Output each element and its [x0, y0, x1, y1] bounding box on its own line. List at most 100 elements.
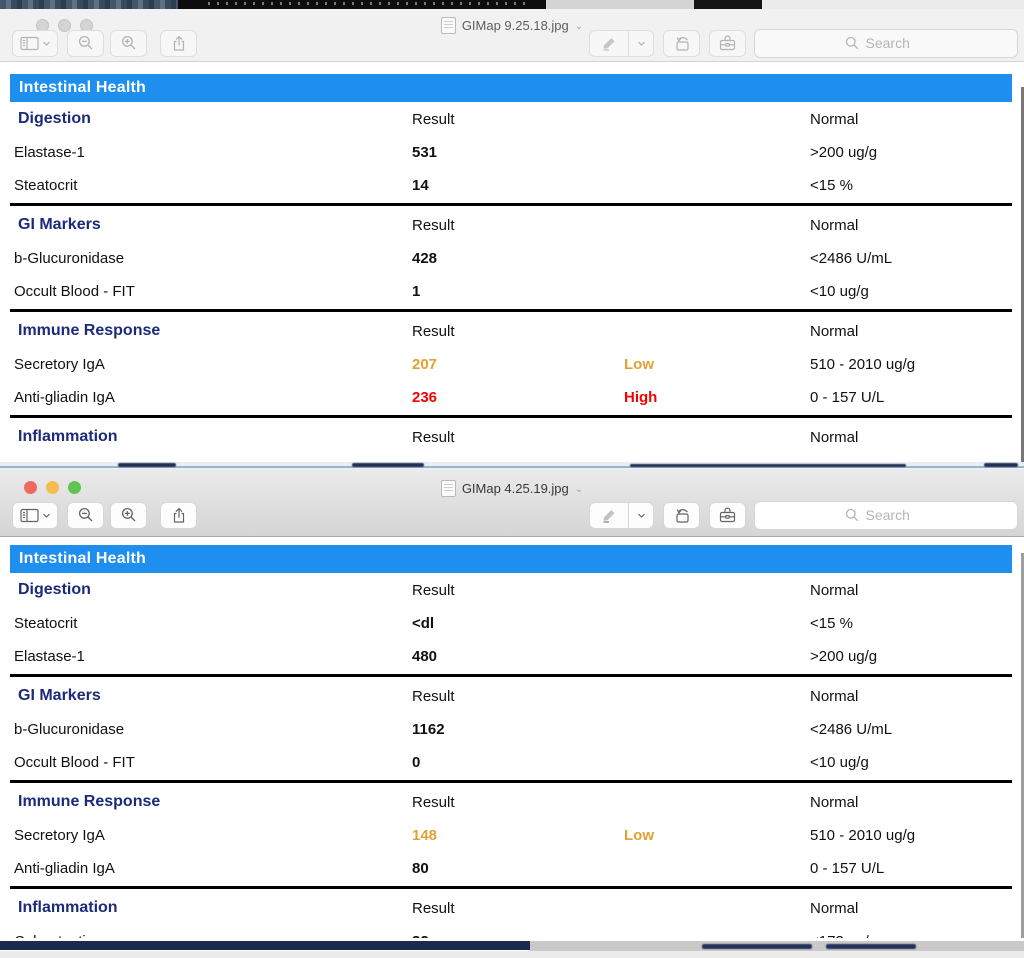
result-value: 80	[412, 860, 624, 877]
share-icon	[171, 35, 187, 52]
section-title: Inflammation	[14, 899, 412, 917]
result-column-header: Result	[412, 429, 624, 446]
section-title: GI Markers	[14, 216, 412, 234]
share-button[interactable]	[160, 30, 197, 57]
view-menu-button[interactable]	[12, 502, 58, 529]
markup-toolbox-icon	[718, 507, 737, 523]
analyte-row: Occult Blood - FIT0<10 ug/g	[0, 746, 1024, 779]
result-column-header: Result	[412, 688, 624, 705]
section-header-row: Immune ResponseResultNormal	[0, 314, 1024, 348]
sidebar-view-icon	[20, 508, 39, 523]
window-title: GIMap 4.25.19.jpg	[462, 481, 569, 496]
zoom-in-icon	[121, 507, 137, 523]
normal-column-header: Normal	[810, 794, 1024, 811]
section-header-row: InflammationResultNormal	[0, 420, 1024, 454]
normal-column-header: Normal	[810, 323, 1024, 340]
analyte-name: Elastase-1	[14, 648, 412, 665]
normal-range: 0 - 157 U/L	[810, 389, 1024, 406]
analyte-row: Elastase-1531>200 ug/g	[0, 136, 1024, 169]
markup-toolbar-button[interactable]	[709, 502, 746, 529]
result-value: 480	[412, 648, 624, 665]
analyte-name: Anti-gliadin IgA	[14, 860, 412, 877]
document-proxy-icon[interactable]	[441, 480, 456, 497]
section-title: Inflammation	[14, 428, 412, 446]
analyte-name: b-Glucuronidase	[14, 250, 412, 267]
window-chrome: GIMap 4.25.19.jpg ⌄	[0, 470, 1024, 537]
result-column-header: Result	[412, 794, 624, 811]
analyte-name: Secretory IgA	[14, 827, 412, 844]
chevron-down-icon	[637, 512, 646, 519]
normal-column-header: Normal	[810, 217, 1024, 234]
result-value: 1	[412, 283, 624, 300]
desktop: GIMap 9.25.18.jpg ⌄	[0, 0, 1024, 951]
result-value: 207	[412, 356, 624, 373]
title-chevron-down-icon[interactable]: ⌄	[575, 484, 583, 495]
background-navy-bar	[0, 941, 530, 950]
background-window-strip-top	[0, 0, 1024, 9]
rotate-left-button[interactable]	[663, 502, 700, 529]
normal-range: <2486 U/mL	[810, 250, 1024, 267]
section-divider	[10, 309, 1012, 312]
result-flag: Low	[624, 356, 810, 373]
markup-pen-menu-button[interactable]	[629, 502, 654, 529]
report-page: Intestinal Health DigestionResultNormalS…	[0, 545, 1024, 946]
analyte-name: b-Glucuronidase	[14, 721, 412, 738]
sidebar-view-icon	[20, 36, 39, 51]
markup-toolbar-button[interactable]	[709, 30, 746, 57]
result-value: 0	[412, 754, 624, 771]
share-icon	[171, 507, 187, 524]
zoom-out-icon	[78, 35, 94, 51]
zoom-in-button[interactable]	[110, 30, 147, 57]
zoom-out-button[interactable]	[67, 30, 104, 57]
share-button[interactable]	[160, 502, 197, 529]
toolbar	[0, 500, 1024, 530]
section-divider	[10, 886, 1012, 889]
zoom-in-icon	[121, 35, 137, 51]
normal-range: 510 - 2010 ug/g	[810, 827, 1024, 844]
zoom-in-button[interactable]	[110, 502, 147, 529]
search-input[interactable]	[864, 506, 928, 524]
background-browser-tab-sliver-2	[694, 0, 762, 9]
rotate-left-button[interactable]	[663, 30, 700, 57]
lab-results-table: DigestionResultNormalElastase-1531>200 u…	[0, 102, 1024, 487]
markup-pen-button[interactable]	[589, 502, 629, 529]
background-tab-gap	[546, 0, 694, 9]
section-title: Digestion	[14, 581, 412, 599]
zoom-out-icon	[78, 507, 94, 523]
search-field[interactable]	[754, 29, 1018, 58]
view-menu-button[interactable]	[12, 30, 58, 57]
result-column-header: Result	[412, 323, 624, 340]
rotate-left-icon	[673, 35, 691, 52]
analyte-row: b-Glucuronidase1162<2486 U/mL	[0, 713, 1024, 746]
normal-range: >200 ug/g	[810, 648, 1024, 665]
report-page: Intestinal Health DigestionResultNormalE…	[0, 74, 1024, 474]
titlebar: GIMap 4.25.19.jpg ⌄	[0, 480, 1024, 497]
analyte-name: Occult Blood - FIT	[14, 283, 412, 300]
result-value: 531	[412, 144, 624, 161]
background-window-strip-bottom	[0, 938, 1024, 951]
result-column-header: Result	[412, 217, 624, 234]
lab-results-table: Digestion Result Normal Steatocrit<dl <15 % E…	[0, 573, 1024, 958]
report-section-banner: Intestinal Health	[10, 74, 1012, 102]
markup-pen-button[interactable]	[589, 30, 629, 57]
normal-range: <10 ug/g	[810, 754, 1024, 771]
normal-column-header: Normal	[810, 900, 1024, 917]
analyte-name: Steatocrit	[14, 177, 412, 194]
markup-pen-menu-button[interactable]	[629, 30, 654, 57]
zoom-out-button[interactable]	[67, 502, 104, 529]
section-header-row: Immune ResponseResultNormal	[0, 785, 1024, 819]
normal-range: 0 - 157 U/L	[810, 860, 1024, 877]
result-value: 236	[412, 389, 624, 406]
markup-pen-icon	[601, 35, 617, 51]
analyte-name: Steatocrit	[14, 615, 412, 632]
normal-range: <15 %	[810, 615, 1024, 632]
result-value: <dl	[412, 615, 624, 632]
preview-window-gimap-2019: GIMap 4.25.19.jpg ⌄	[0, 470, 1024, 938]
analyte-row: Anti-gliadin IgA80 0 - 157 U/L	[0, 852, 1024, 885]
normal-column-header: Normal	[810, 582, 1024, 599]
search-input[interactable]	[864, 34, 928, 52]
background-gray-bar	[530, 941, 1024, 951]
analyte-row: b-Glucuronidase428<2486 U/mL	[0, 242, 1024, 275]
search-field[interactable]	[754, 501, 1018, 530]
result-flag: High	[624, 389, 810, 406]
